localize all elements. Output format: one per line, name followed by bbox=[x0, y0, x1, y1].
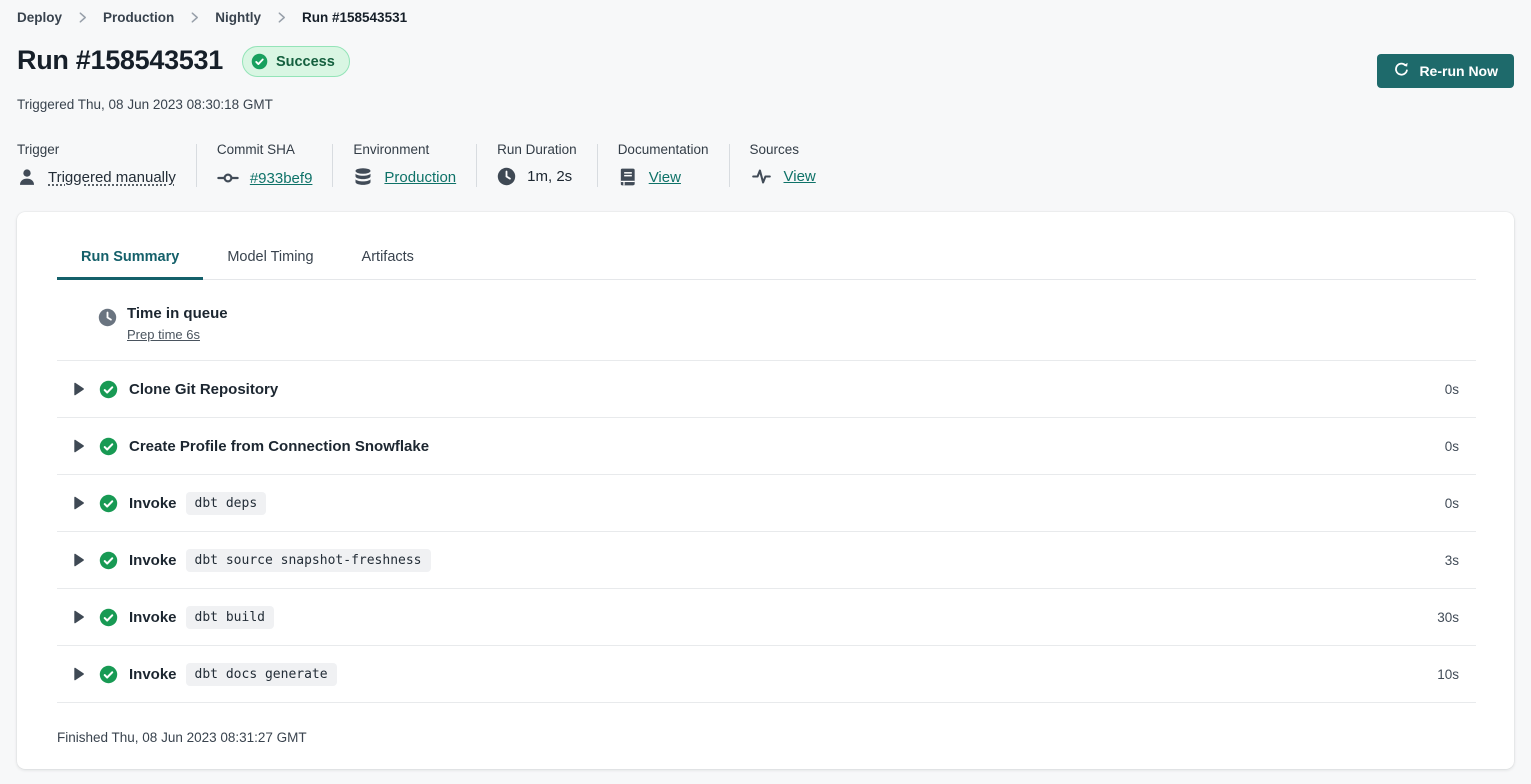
caret-right-icon[interactable] bbox=[73, 610, 85, 624]
step-row-create-profile-from-connection-snowflake[interactable]: Create Profile from Connection Snowflake… bbox=[57, 418, 1476, 474]
step-command-chip: dbt docs generate bbox=[186, 663, 337, 686]
check-circle-icon bbox=[99, 437, 118, 456]
metadata-group-environment: Environment Production bbox=[333, 142, 476, 189]
step-duration: 0s bbox=[1445, 439, 1459, 454]
metadata-group-run-duration: Run Duration 1m, 2s bbox=[477, 142, 597, 189]
metadata-value: 1m, 2s bbox=[527, 168, 572, 185]
metadata-value[interactable]: View bbox=[649, 169, 681, 186]
metadata-value[interactable]: Triggered manually bbox=[48, 169, 176, 186]
caret-right-icon[interactable] bbox=[73, 496, 85, 510]
time-in-queue-row: Time in queue Prep time 6s bbox=[57, 280, 1476, 360]
success-check-icon bbox=[251, 53, 268, 70]
chevron-right-icon bbox=[76, 11, 89, 24]
metadata-value[interactable]: View bbox=[784, 168, 816, 185]
metadata-group-sources: Sources View bbox=[730, 142, 836, 189]
caret-right-icon[interactable] bbox=[73, 667, 85, 681]
rerun-now-button[interactable]: Re-run Now bbox=[1377, 54, 1514, 88]
metadata-value[interactable]: #933bef9 bbox=[250, 170, 313, 187]
tab-model-timing[interactable]: Model Timing bbox=[203, 236, 337, 280]
queue-title: Time in queue bbox=[127, 305, 228, 322]
metadata-label: Commit SHA bbox=[217, 142, 313, 157]
tab-run-summary[interactable]: Run Summary bbox=[57, 236, 203, 280]
step-duration: 0s bbox=[1445, 496, 1459, 511]
prep-time-link[interactable]: Prep time 6s bbox=[127, 327, 200, 342]
check-circle-icon bbox=[99, 494, 118, 513]
metadata-label: Environment bbox=[353, 142, 456, 157]
finished-timestamp: Finished Thu, 08 Jun 2023 08:31:27 GMT bbox=[57, 703, 1476, 745]
step-command-chip: dbt build bbox=[186, 606, 274, 629]
chevron-right-icon bbox=[275, 11, 288, 24]
breadcrumb-item-deploy[interactable]: Deploy bbox=[17, 10, 62, 25]
step-command-chip: dbt deps bbox=[186, 492, 267, 515]
chevron-right-icon bbox=[188, 11, 201, 24]
triggered-timestamp: Triggered Thu, 08 Jun 2023 08:30:18 GMT bbox=[17, 97, 1514, 112]
step-name: Clone Git Repository bbox=[129, 381, 278, 398]
check-circle-icon bbox=[99, 665, 118, 684]
check-circle-icon bbox=[99, 380, 118, 399]
status-badge: Success bbox=[242, 46, 350, 77]
run-detail-page: Deploy Production Nightly Run #158543531 Ru… bbox=[0, 0, 1531, 769]
step-row-clone-git-repository[interactable]: Clone Git Repository 0s bbox=[57, 361, 1476, 417]
activity-icon bbox=[750, 167, 773, 186]
book-icon bbox=[618, 167, 638, 187]
step-duration: 30s bbox=[1437, 610, 1459, 625]
metadata-label: Trigger bbox=[17, 142, 176, 157]
run-card: Run SummaryModel TimingArtifacts Time in… bbox=[17, 212, 1514, 769]
clock-icon bbox=[497, 167, 516, 186]
breadcrumb-item-nightly[interactable]: Nightly bbox=[215, 10, 261, 25]
step-name: Create Profile from Connection Snowflake bbox=[129, 438, 429, 455]
step-name: Invoke bbox=[129, 552, 177, 569]
step-command-chip: dbt source snapshot-freshness bbox=[186, 549, 431, 572]
breadcrumb: Deploy Production Nightly Run #158543531 bbox=[17, 0, 1514, 25]
step-row-dbt-source-snapshot-freshness[interactable]: Invoke dbt source snapshot-freshness 3s bbox=[57, 532, 1476, 588]
step-row-dbt-build[interactable]: Invoke dbt build 30s bbox=[57, 589, 1476, 645]
step-row-dbt-deps[interactable]: Invoke dbt deps 0s bbox=[57, 475, 1476, 531]
metadata-group-documentation: Documentation View bbox=[598, 142, 729, 189]
status-badge-label: Success bbox=[276, 54, 335, 70]
commit-icon bbox=[217, 167, 239, 189]
step-name: Invoke bbox=[129, 495, 177, 512]
metadata-row: Trigger Triggered manually Commit SHA #933b… bbox=[17, 142, 1514, 189]
metadata-group-trigger: Trigger Triggered manually bbox=[17, 142, 196, 189]
metadata-label: Run Duration bbox=[497, 142, 577, 157]
refresh-icon bbox=[1393, 61, 1410, 81]
metadata-group-commit-sha: Commit SHA #933bef9 bbox=[197, 142, 333, 189]
steps-list: Clone Git Repository0sCreate Profile fro… bbox=[57, 360, 1476, 703]
step-duration: 0s bbox=[1445, 382, 1459, 397]
caret-right-icon[interactable] bbox=[73, 553, 85, 567]
person-icon bbox=[17, 167, 37, 187]
step-duration: 10s bbox=[1437, 667, 1459, 682]
step-duration: 3s bbox=[1445, 553, 1459, 568]
tab-bar: Run SummaryModel TimingArtifacts bbox=[57, 236, 1476, 280]
check-circle-icon bbox=[99, 551, 118, 570]
caret-right-icon[interactable] bbox=[73, 382, 85, 396]
queue-clock-icon bbox=[98, 308, 117, 360]
step-name: Invoke bbox=[129, 666, 177, 683]
metadata-label: Documentation bbox=[618, 142, 709, 157]
check-circle-icon bbox=[99, 608, 118, 627]
caret-right-icon[interactable] bbox=[73, 439, 85, 453]
page-header: Run #158543531 Success Re-run Now bbox=[17, 45, 1514, 88]
rerun-now-label: Re-run Now bbox=[1419, 63, 1498, 79]
breadcrumb-item-run-158543531: Run #158543531 bbox=[302, 10, 407, 25]
metadata-label: Sources bbox=[750, 142, 816, 157]
step-name: Invoke bbox=[129, 609, 177, 626]
step-row-dbt-docs-generate[interactable]: Invoke dbt docs generate 10s bbox=[57, 646, 1476, 702]
page-title: Run #158543531 bbox=[17, 45, 223, 75]
database-icon bbox=[353, 167, 373, 187]
tab-artifacts[interactable]: Artifacts bbox=[338, 236, 438, 280]
breadcrumb-item-production[interactable]: Production bbox=[103, 10, 174, 25]
metadata-value[interactable]: Production bbox=[384, 169, 456, 186]
